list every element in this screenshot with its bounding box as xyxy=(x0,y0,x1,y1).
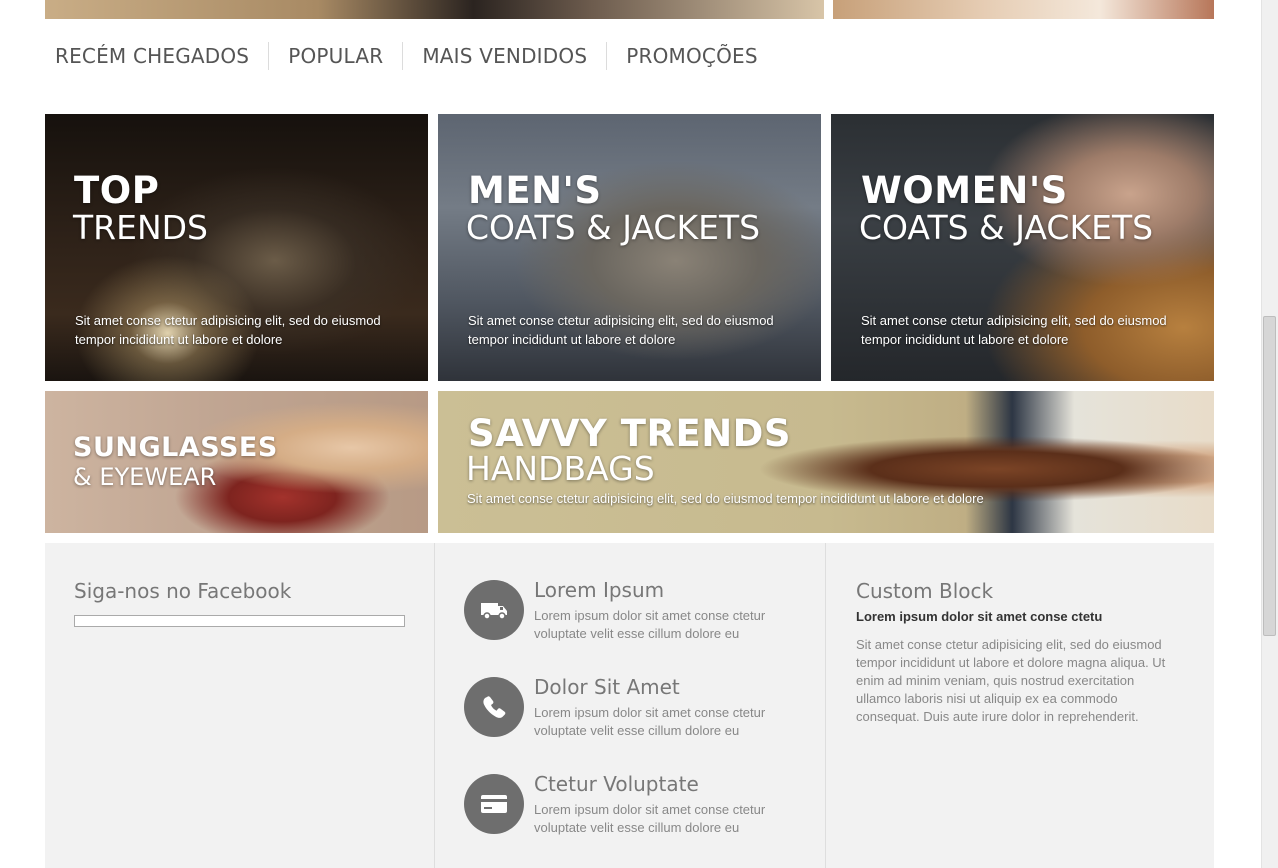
banner-description: Sit amet conse ctetur adipisicing elit, … xyxy=(75,313,381,347)
banner-description: Sit amet conse ctetur adipisicing elit, … xyxy=(468,313,774,347)
feature-text: Lorem ipsum dolor sit amet conse ctetur … xyxy=(534,608,766,641)
banner-title: TOP xyxy=(74,169,160,212)
banner-title: WOMEN'S xyxy=(861,169,1068,212)
truck-icon xyxy=(464,580,524,640)
credit-card-icon xyxy=(464,774,524,834)
custom-block-subtitle: Lorem ipsum dolor sit amet conse ctetu xyxy=(856,609,1103,624)
tab-popular[interactable]: POPULAR xyxy=(268,42,402,70)
banner-description: Sit amet conse ctetur adipisicing elit, … xyxy=(467,491,984,506)
facebook-widget[interactable] xyxy=(74,615,405,627)
banner-subtitle: HANDBAGS xyxy=(466,449,655,488)
banner-mens-coats[interactable]: MEN'S COATS & JACKETS Sit amet conse cte… xyxy=(438,114,821,381)
banner-sunglasses[interactable]: SUNGLASSES & EYEWEAR xyxy=(45,391,428,533)
banner-title: MEN'S xyxy=(468,169,602,212)
custom-block-title: Custom Block xyxy=(856,579,994,603)
feature-title: Ctetur Voluptate xyxy=(534,772,699,796)
banner-title: SAVVY TRENDS xyxy=(468,412,792,455)
product-tabs: RECÉM CHEGADOS POPULAR MAIS VENDIDOS PRO… xyxy=(45,42,777,70)
tab-promotions[interactable]: PROMOÇÕES xyxy=(606,42,777,70)
banner-savvy-handbags[interactable]: SAVVY TRENDS HANDBAGS Sit amet conse cte… xyxy=(438,391,1214,533)
feature-item: Lorem Ipsum Lorem ipsum dolor sit amet c… xyxy=(464,578,804,642)
banner-subtitle: & EYEWEAR xyxy=(73,463,217,491)
page: RECÉM CHEGADOS POPULAR MAIS VENDIDOS PRO… xyxy=(0,0,1278,868)
custom-block-text: Sit amet conse ctetur adipisicing elit, … xyxy=(856,637,1166,724)
banner-title: SUNGLASSES xyxy=(73,432,278,463)
features-column: Lorem Ipsum Lorem ipsum dolor sit amet c… xyxy=(434,543,825,868)
feature-text: Lorem ipsum dolor sit amet conse ctetur … xyxy=(534,802,766,835)
feature-item: Ctetur Voluptate Lorem ipsum dolor sit a… xyxy=(464,772,804,836)
banner-subtitle: TRENDS xyxy=(73,208,208,247)
feature-title: Lorem Ipsum xyxy=(534,578,665,602)
tab-new-arrivals[interactable]: RECÉM CHEGADOS xyxy=(45,42,268,70)
feature-item: Dolor Sit Amet Lorem ipsum dolor sit ame… xyxy=(464,675,804,739)
top-banner-image-right[interactable] xyxy=(833,0,1214,19)
tab-best-sellers[interactable]: MAIS VENDIDOS xyxy=(402,42,606,70)
banner-womens-coats[interactable]: WOMEN'S COATS & JACKETS Sit amet conse c… xyxy=(831,114,1214,381)
banner-description: Sit amet conse ctetur adipisicing elit, … xyxy=(861,313,1167,347)
feature-title: Dolor Sit Amet xyxy=(534,675,680,699)
top-banner-image-left[interactable] xyxy=(45,0,824,19)
facebook-column: Siga-nos no Facebook xyxy=(45,543,434,868)
custom-block-column: Custom Block Lorem ipsum dolor sit amet … xyxy=(825,543,1214,868)
facebook-title: Siga-nos no Facebook xyxy=(74,579,292,603)
feature-text: Lorem ipsum dolor sit amet conse ctetur … xyxy=(534,705,766,738)
phone-icon xyxy=(464,677,524,737)
banner-subtitle: COATS & JACKETS xyxy=(859,208,1154,247)
banner-top-trends[interactable]: TOP TRENDS Sit amet conse ctetur adipisi… xyxy=(45,114,428,381)
banner-subtitle: COATS & JACKETS xyxy=(466,208,761,247)
scrollbar-thumb[interactable] xyxy=(1263,316,1276,636)
footer-info-section: Siga-nos no Facebook Lorem Ipsum Lorem i… xyxy=(45,543,1214,868)
